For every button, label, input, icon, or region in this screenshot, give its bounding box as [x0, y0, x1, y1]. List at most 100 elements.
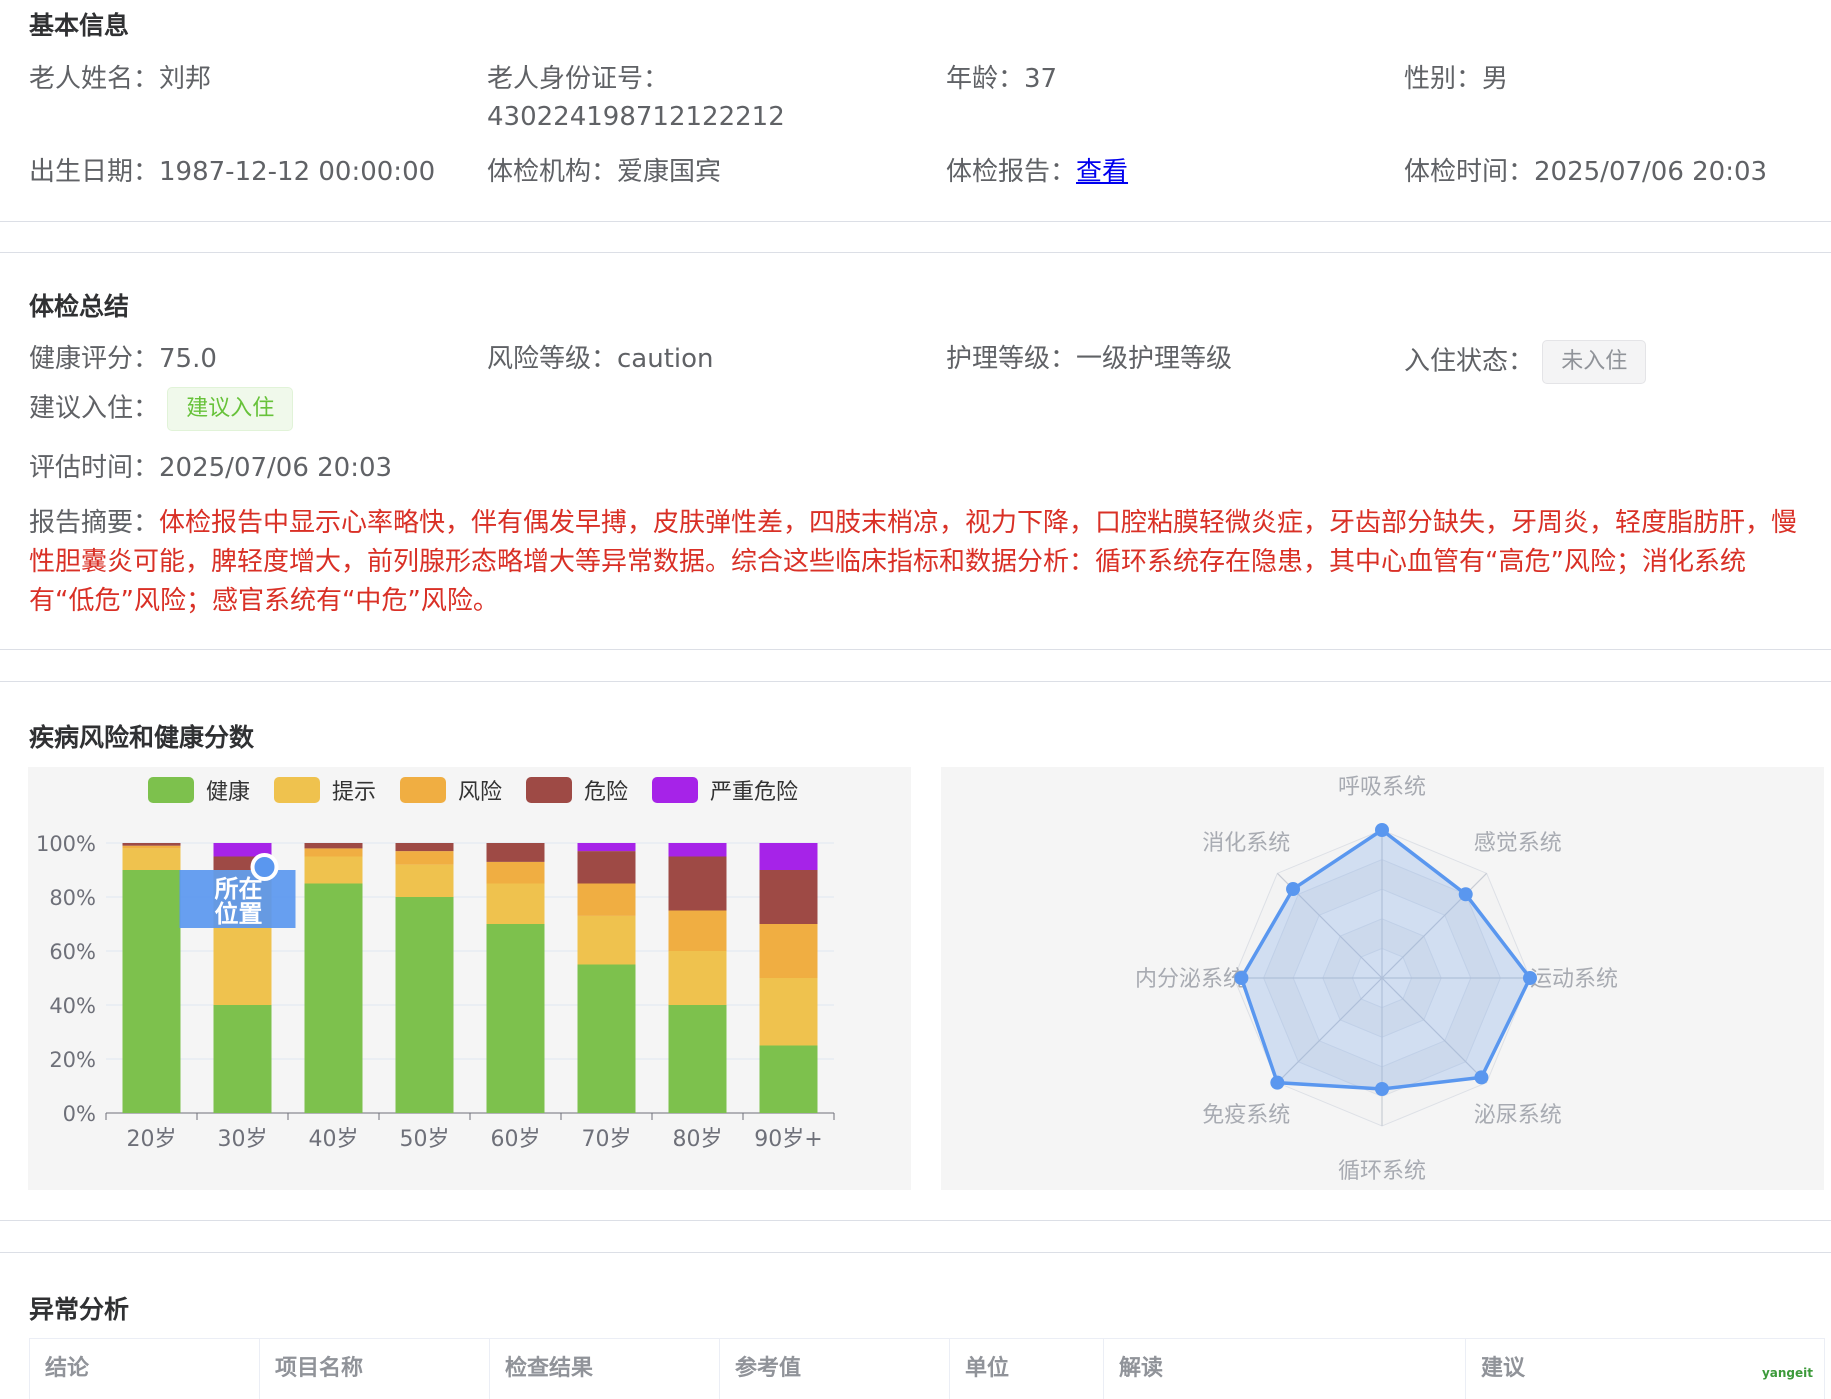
bar-segment: [668, 856, 727, 911]
legend-label-2: 风险: [458, 780, 502, 805]
radar-axis-label: 消化系统: [1202, 831, 1290, 856]
abnormal-table-header: 结论 项目名称 检查结果 参考值 单位 解读 建议: [29, 1338, 1825, 1399]
risk-level-value: caution: [617, 344, 714, 374]
gender-label: 性别：: [1404, 64, 1483, 94]
divider: [0, 681, 1831, 682]
bar-segment: [213, 1005, 272, 1113]
radar-point: [1375, 1082, 1389, 1096]
legend-swatch-4: [652, 777, 698, 803]
watermark: yangeit: [1761, 1366, 1813, 1380]
radar-axis-label: 感觉系统: [1474, 831, 1562, 856]
col-interpretation[interactable]: 解读: [1104, 1339, 1466, 1399]
y-tick-label: 80%: [49, 886, 96, 910]
age-label: 年龄：: [946, 64, 1025, 94]
radar-axis-label: 泌尿系统: [1474, 1103, 1562, 1128]
bar-segment: [759, 978, 818, 1046]
bar-segment: [668, 951, 727, 1005]
exam-time-label: 体检时间：: [1404, 157, 1535, 187]
bar-segment: [122, 848, 181, 870]
bar-segment: [577, 883, 636, 916]
health-score-value: 75.0: [159, 344, 217, 374]
report-label: 体检报告：: [946, 157, 1077, 187]
basic-info-title: 基本信息: [29, 11, 130, 40]
x-tick-label: 40岁: [309, 1127, 359, 1152]
legend-label-3: 危险: [584, 780, 628, 805]
radar-point: [1286, 882, 1301, 897]
bar-segment: [395, 843, 454, 852]
report-abstract: 报告摘要：体检报告中显示心率略快，伴有偶发早搏，皮肤弹性差，四肢末梢凉，视力下降…: [29, 504, 1799, 621]
elder-id-value: 430224198712122212: [487, 102, 785, 132]
divider: [0, 1220, 1831, 1221]
legend-swatch-0: [148, 777, 194, 803]
col-item-name[interactable]: 项目名称: [260, 1339, 490, 1399]
risk-bar-chart-panel: 健康 提示 风险 危险 严重危险 0% 20% 40% 60% 80% 100% 20岁 30岁 40岁 5…: [28, 767, 911, 1190]
col-unit[interactable]: 单位: [950, 1339, 1104, 1399]
bar-segment: [668, 1005, 727, 1113]
x-tick-label: 50岁: [400, 1127, 450, 1152]
divider: [0, 1252, 1831, 1253]
bar-segment: [122, 843, 181, 846]
report-abstract-label: 报告摘要：: [29, 508, 160, 538]
bar-segment: [486, 861, 545, 884]
bar-segment: [759, 1045, 818, 1113]
birth-value: 1987-12-12 00:00:00: [159, 157, 436, 187]
bar-segment: [486, 843, 545, 862]
radar-point: [1523, 971, 1537, 985]
position-marker-label: 所在: [215, 875, 263, 903]
x-tick-label: 20岁: [127, 1127, 177, 1152]
bar-segment: [759, 843, 818, 870]
health-radar-chart-panel: 呼吸系统 感觉系统 运动系统 泌尿系统 循环系统 免疫系统 内分泌系统 消化系统: [941, 767, 1824, 1190]
bar-segment: [304, 883, 363, 1113]
care-level-label: 护理等级：: [946, 344, 1077, 374]
radar-point: [1458, 887, 1473, 902]
eval-time-value: 2025/07/06 20:03: [159, 453, 393, 483]
risk-level-label: 风险等级：: [487, 344, 618, 374]
bar-segment: [395, 897, 454, 1113]
org-value: 爱康国宾: [617, 157, 722, 187]
bar-segment: [395, 851, 454, 865]
col-result[interactable]: 检查结果: [490, 1339, 720, 1399]
eval-time-field: 评估时间：2025/07/06 20:03: [29, 449, 392, 487]
risk-bar-chart: 健康 提示 风险 危险 严重危险 0% 20% 40% 60% 80% 100% 20岁 30岁 40岁 5…: [36, 777, 835, 1152]
summary-title: 体检总结: [29, 292, 130, 321]
bar-segment: [304, 843, 363, 849]
col-reference[interactable]: 参考值: [720, 1339, 950, 1399]
radar-point: [1474, 1070, 1489, 1085]
bar-segment: [668, 910, 727, 951]
gender-value: 男: [1482, 64, 1509, 94]
legend-label-0: 健康: [206, 780, 250, 805]
gender-field: 性别：男: [1404, 60, 1508, 98]
y-tick-label: 60%: [49, 940, 96, 964]
divider: [0, 649, 1831, 650]
divider: [0, 252, 1831, 253]
radar-point: [1270, 1075, 1285, 1090]
radar-axis-label: 循环系统: [1338, 1159, 1426, 1184]
x-tick-label: 70岁: [582, 1127, 632, 1152]
view-report-link[interactable]: 查看: [1076, 157, 1128, 187]
bar-segment: [577, 964, 636, 1113]
charts-title: 疾病风险和健康分数: [29, 723, 255, 752]
suggest-checkin-field: 建议入住： 建议入住: [29, 387, 294, 431]
health-radar-chart: 呼吸系统感觉系统运动系统泌尿系统循环系统 免疫系统 内分泌系统 消化系统: [1135, 775, 1618, 1184]
org-field: 体检机构：爱康国宾: [487, 153, 721, 191]
bar-segment: [759, 870, 818, 924]
bar-segment: [759, 924, 818, 978]
x-tick-label: 60岁: [491, 1127, 541, 1152]
divider: [0, 221, 1831, 222]
x-tick-label: 90岁+: [754, 1127, 822, 1152]
org-label: 体检机构：: [487, 157, 618, 187]
y-tick-label: 100%: [36, 832, 96, 856]
y-tick-label: 0%: [63, 1102, 96, 1126]
checkin-status-label: 入住状态：: [1404, 346, 1535, 377]
bar-segment: [122, 870, 181, 1113]
x-tick-label: 30岁: [218, 1127, 268, 1152]
suggest-checkin-label: 建议入住：: [29, 393, 160, 424]
risk-level-field: 风险等级：caution: [487, 340, 714, 378]
radar-axis-label: 内分泌系统: [1135, 967, 1245, 992]
bar-segment: [395, 864, 454, 897]
checkin-status-tag: 未入住: [1542, 340, 1647, 384]
birth-field: 出生日期：1987-12-12 00:00:00: [29, 153, 435, 191]
col-conclusion[interactable]: 结论: [30, 1339, 260, 1399]
radar-axis-label: 运动系统: [1530, 967, 1618, 992]
bar-segment: [304, 856, 363, 884]
